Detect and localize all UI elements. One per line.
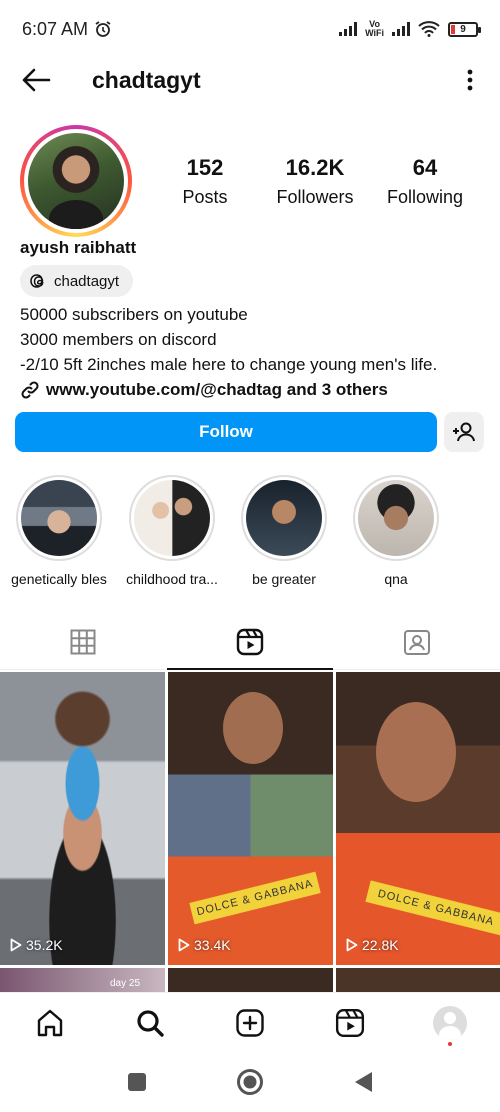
instagram-profile-screen: 6:07 AM Vo WiFi 9 chadtagyt 152 Posts 16… [0,0,500,1112]
system-navigation [0,1052,500,1112]
battery-icon: 9 [448,21,481,37]
wifi-icon [418,21,440,37]
profile-bio: 50000 subscribers on youtube 3000 member… [20,302,437,402]
reel-thumbnail-partial[interactable] [168,968,333,992]
tab-reels[interactable] [166,615,334,670]
home-icon [37,1009,63,1036]
brand-tape: DOLCE & GABBANA [189,871,321,925]
highlight-cover [246,480,322,556]
followers-label: Followers [276,187,354,207]
nav-profile[interactable] [425,998,475,1048]
followers-count: 16.2K [285,155,345,180]
reels-icon [236,628,264,656]
play-icon [10,938,22,952]
triangle-back-icon [355,1072,373,1092]
following-label: Following [386,187,464,207]
threads-icon [30,274,44,288]
reel-view-count: 35.2K [26,937,63,953]
highlight-cover [134,480,210,556]
highlight-cover [21,480,97,556]
reel-thumbnail[interactable]: DOLCE & GABBANA 33.4K [168,672,333,965]
highlight-item[interactable]: childhood tra... [117,475,227,587]
circle-icon [236,1069,263,1095]
profile-avatar-small [433,1005,467,1040]
reel-thumbnail[interactable]: 35.2K [0,672,165,965]
profile-links[interactable]: www.youtube.com/@chadtag and 3 others [20,377,437,402]
reel-thumbnail[interactable]: DOLCE & GABBANA 22.8K [336,672,500,965]
profile-stats: 152 Posts 16.2K Followers 64 Following [150,155,480,208]
posts-count: 152 [186,155,224,180]
back-button[interactable] [20,64,52,96]
link-icon [21,380,39,399]
story-highlights: genetically bles childhood tra... be gre… [0,475,500,595]
suggested-accounts-button[interactable] [444,412,484,452]
posts-label: Posts [182,187,228,207]
nav-reels[interactable] [325,998,375,1048]
following-count: 64 [412,155,438,180]
followers-stat[interactable]: 16.2K Followers [260,155,370,208]
profile-full-name: ayush raibhatt [20,238,137,257]
back-system-button[interactable] [343,1062,383,1102]
signal-icon [339,22,358,36]
threads-handle: chadtagyt [54,272,120,290]
reel-thumbnail-partial[interactable] [336,968,500,992]
status-time: 6:07 AM [22,18,89,39]
brand-tape: DOLCE & GABBANA [365,880,500,936]
reel-caption-partial: day 25 [110,978,141,989]
highlight-item[interactable]: be greater [229,475,339,587]
reel-view-count: 22.8K [362,937,399,953]
notification-dot [448,1041,452,1046]
follow-button[interactable]: Follow [15,412,437,452]
reel-view-count: 33.4K [194,937,231,953]
reel-thumbnail-partial[interactable]: day 25 [0,968,165,992]
highlight-cover [358,480,434,556]
grid-icon [70,629,96,655]
add-person-icon [453,422,475,442]
reels-grid: 35.2K DOLCE & GABBANA 33.4K DOLCE & GABB… [0,672,500,992]
signal-icon-2 [392,22,410,36]
profile-top-bar: chadtagyt [0,58,500,102]
battery-level: 9 [460,23,466,35]
add-post-icon [236,1008,264,1037]
tagged-icon [403,630,430,655]
recent-apps-button[interactable] [117,1062,157,1102]
nav-home[interactable] [25,998,75,1048]
bio-line: 50000 subscribers on youtube [20,305,248,324]
status-bar: 6:07 AM Vo WiFi 9 [0,0,500,58]
following-stat[interactable]: 64 Following [370,155,480,208]
tab-tagged[interactable] [333,615,500,669]
posts-stat[interactable]: 152 Posts [150,155,260,208]
story-ring[interactable] [20,125,132,237]
more-options-button[interactable] [460,64,480,96]
reels-icon [335,1008,365,1037]
play-icon [346,938,358,952]
face-thumbnail [376,702,456,802]
nav-create[interactable] [225,998,275,1048]
alarm-icon [95,21,111,37]
tab-posts[interactable] [0,615,167,669]
bio-line: -2/10 5ft 2inches male here to change yo… [20,355,438,374]
square-icon [127,1073,146,1091]
highlight-label: be greater [252,571,316,587]
face-thumbnail [223,692,283,764]
home-system-button[interactable] [230,1062,270,1102]
profile-link-text: www.youtube.com/@chadtag and 3 others [46,380,388,399]
more-vertical-icon [467,69,473,91]
play-icon [178,938,190,952]
threads-badge[interactable]: chadtagyt [20,265,134,297]
bio-line: 3000 members on discord [20,330,217,349]
vowifi-indicator: Vo WiFi [365,19,384,38]
highlight-label: genetically bles [11,571,107,587]
back-arrow-icon [22,68,51,92]
profile-avatar [28,133,124,229]
highlight-item[interactable]: qna [341,475,451,587]
search-icon [137,1009,164,1037]
highlight-item[interactable]: genetically bles [4,475,114,587]
profile-username: chadtagyt [92,66,201,93]
highlight-label: childhood tra... [126,571,218,587]
bottom-navigation [0,992,500,1052]
content-tabs [0,615,500,670]
highlight-label: qna [384,571,408,587]
nav-search[interactable] [125,998,175,1048]
